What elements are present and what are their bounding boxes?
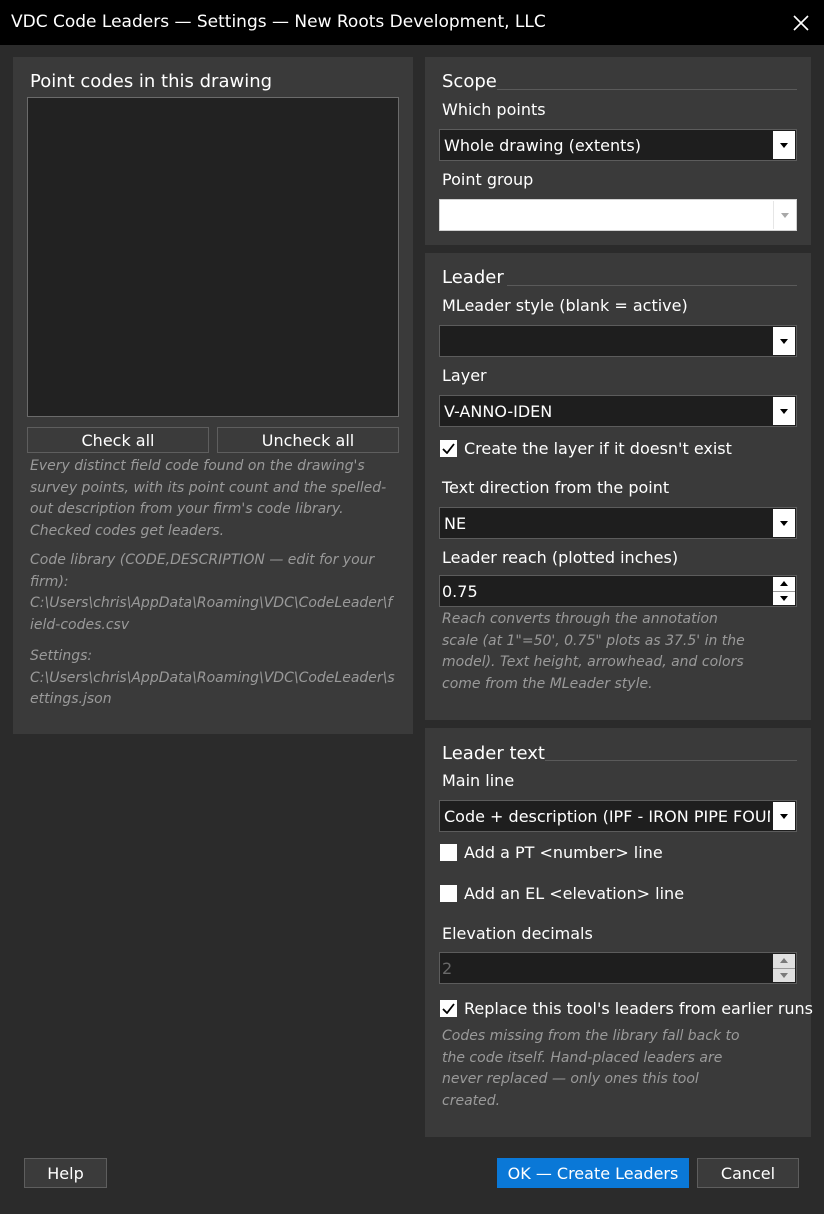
checkbox-box[interactable]	[440, 844, 457, 861]
mleader-style-label: MLeader style (blank = active)	[442, 296, 688, 315]
close-button[interactable]	[778, 0, 824, 45]
help-button[interactable]: Help	[24, 1158, 107, 1188]
checkbox-box[interactable]	[440, 885, 457, 902]
which-points-select[interactable]: Whole drawing (extents)	[439, 129, 797, 161]
main-line-label: Main line	[442, 771, 515, 790]
chevron-down-icon	[780, 595, 788, 601]
create-layer-checkbox[interactable]: Create the layer if it doesn't exist	[440, 439, 732, 458]
checkmark-icon	[442, 443, 455, 454]
which-points-label: Which points	[442, 100, 546, 119]
add-el-label: Add an EL <elevation> line	[464, 884, 685, 903]
spin-down-button[interactable]	[773, 969, 795, 983]
chevron-down-icon	[780, 212, 789, 218]
layer-value: V-ANNO-IDEN	[444, 402, 553, 421]
replace-checkbox[interactable]: Replace this tool's leaders from earlier…	[440, 999, 813, 1018]
settings-path: C:\Users\chris\AppData\Roaming\VDC\CodeL…	[30, 669, 395, 708]
replace-label: Replace this tool's leaders from earlier…	[464, 999, 814, 1018]
leader-title: Leader	[442, 267, 504, 288]
leader-note: Reach converts through the annotation sc…	[442, 611, 745, 692]
mleader-style-select[interactable]	[439, 325, 797, 357]
uncheck-all-button[interactable]: Uncheck all	[217, 427, 399, 453]
chevron-up-icon	[780, 581, 788, 587]
settings-label: Settings:	[30, 648, 93, 664]
chevron-down-icon	[780, 408, 788, 414]
point-group-select[interactable]	[439, 199, 797, 231]
layer-select[interactable]: V-ANNO-IDEN	[439, 395, 797, 427]
dropdown-button[interactable]	[773, 802, 795, 830]
decimals-spinner[interactable]: 2	[439, 952, 797, 984]
decimals-label: Elevation decimals	[442, 924, 593, 943]
window-title: VDC Code Leaders — Settings — New Roots …	[11, 12, 546, 32]
direction-value: NE	[444, 514, 467, 533]
direction-label: Text direction from the point	[442, 478, 670, 497]
title-bar: VDC Code Leaders — Settings — New Roots …	[0, 0, 824, 45]
checkmark-icon	[442, 1003, 455, 1014]
add-pt-checkbox[interactable]: Add a PT <number> line	[440, 843, 663, 862]
library-info: Code library (CODE,DESCRIPTION — edit fo…	[30, 550, 395, 636]
group-divider	[497, 89, 797, 90]
main-line-select[interactable]: Code + description (IPF - IRON PIPE FOUN…	[439, 800, 797, 832]
point-group-label: Point group	[442, 170, 534, 189]
group-divider	[545, 760, 797, 761]
chevron-down-icon	[780, 813, 788, 819]
main-line-value: Code + description (IPF - IRON PIPE FOUN…	[444, 807, 770, 826]
reach-spinner[interactable]: 0.75	[439, 575, 797, 607]
checkbox-box[interactable]	[440, 1000, 457, 1017]
check-all-button[interactable]: Check all	[27, 427, 209, 453]
add-el-checkbox[interactable]: Add an EL <elevation> line	[440, 884, 684, 903]
leader-text-panel: Leader text Main line Code + description…	[425, 728, 813, 1137]
codes-panel-title: Point codes in this drawing	[30, 71, 273, 92]
leader-panel: Leader MLeader style (blank = active) La…	[425, 253, 811, 720]
codes-description: Every distinct field code found on the d…	[30, 458, 387, 539]
which-points-value: Whole drawing (extents)	[444, 136, 641, 155]
group-divider	[507, 285, 797, 286]
leader-text-note: Codes missing from the library fall back…	[442, 1028, 740, 1109]
leader-text-title: Leader text	[442, 743, 545, 764]
chevron-down-icon	[780, 142, 788, 148]
cancel-button[interactable]: Cancel	[697, 1158, 799, 1188]
dropdown-button[interactable]	[773, 327, 795, 355]
dropdown-button[interactable]	[773, 201, 795, 229]
chevron-up-icon	[780, 958, 788, 964]
settings-info: Settings: C:\Users\chris\AppData\Roaming…	[30, 646, 395, 711]
spin-up-button[interactable]	[773, 577, 795, 592]
decimals-value: 2	[442, 959, 453, 978]
spinner-arrows[interactable]	[773, 577, 795, 605]
chevron-down-icon	[780, 338, 788, 344]
codes-panel: Point codes in this drawing Check all Un…	[13, 57, 413, 734]
spin-up-button[interactable]	[773, 954, 795, 969]
library-label: Code library (CODE,DESCRIPTION — edit fo…	[30, 552, 375, 590]
reach-label: Leader reach (plotted inches)	[442, 548, 679, 567]
create-layer-label: Create the layer if it doesn't exist	[464, 439, 732, 458]
dropdown-button[interactable]	[773, 131, 795, 159]
chevron-down-icon	[780, 520, 788, 526]
scope-panel: Scope Which points Whole drawing (extent…	[425, 57, 811, 245]
dropdown-button[interactable]	[773, 397, 795, 425]
library-path: C:\Users\chris\AppData\Roaming\VDC\CodeL…	[30, 595, 393, 633]
reach-value: 0.75	[442, 582, 478, 601]
checkbox-box[interactable]	[440, 440, 457, 457]
direction-select[interactable]: NE	[439, 507, 797, 539]
spin-down-button[interactable]	[773, 592, 795, 606]
add-pt-label: Add a PT <number> line	[464, 843, 663, 862]
layer-label: Layer	[442, 366, 487, 385]
scope-title: Scope	[442, 71, 497, 92]
dropdown-button[interactable]	[773, 509, 795, 537]
chevron-down-icon	[780, 972, 788, 978]
spinner-arrows[interactable]	[773, 954, 795, 982]
close-icon	[793, 14, 809, 31]
ok-create-leaders-button[interactable]: OK — Create Leaders	[497, 1158, 689, 1188]
codes-list[interactable]	[27, 97, 399, 417]
